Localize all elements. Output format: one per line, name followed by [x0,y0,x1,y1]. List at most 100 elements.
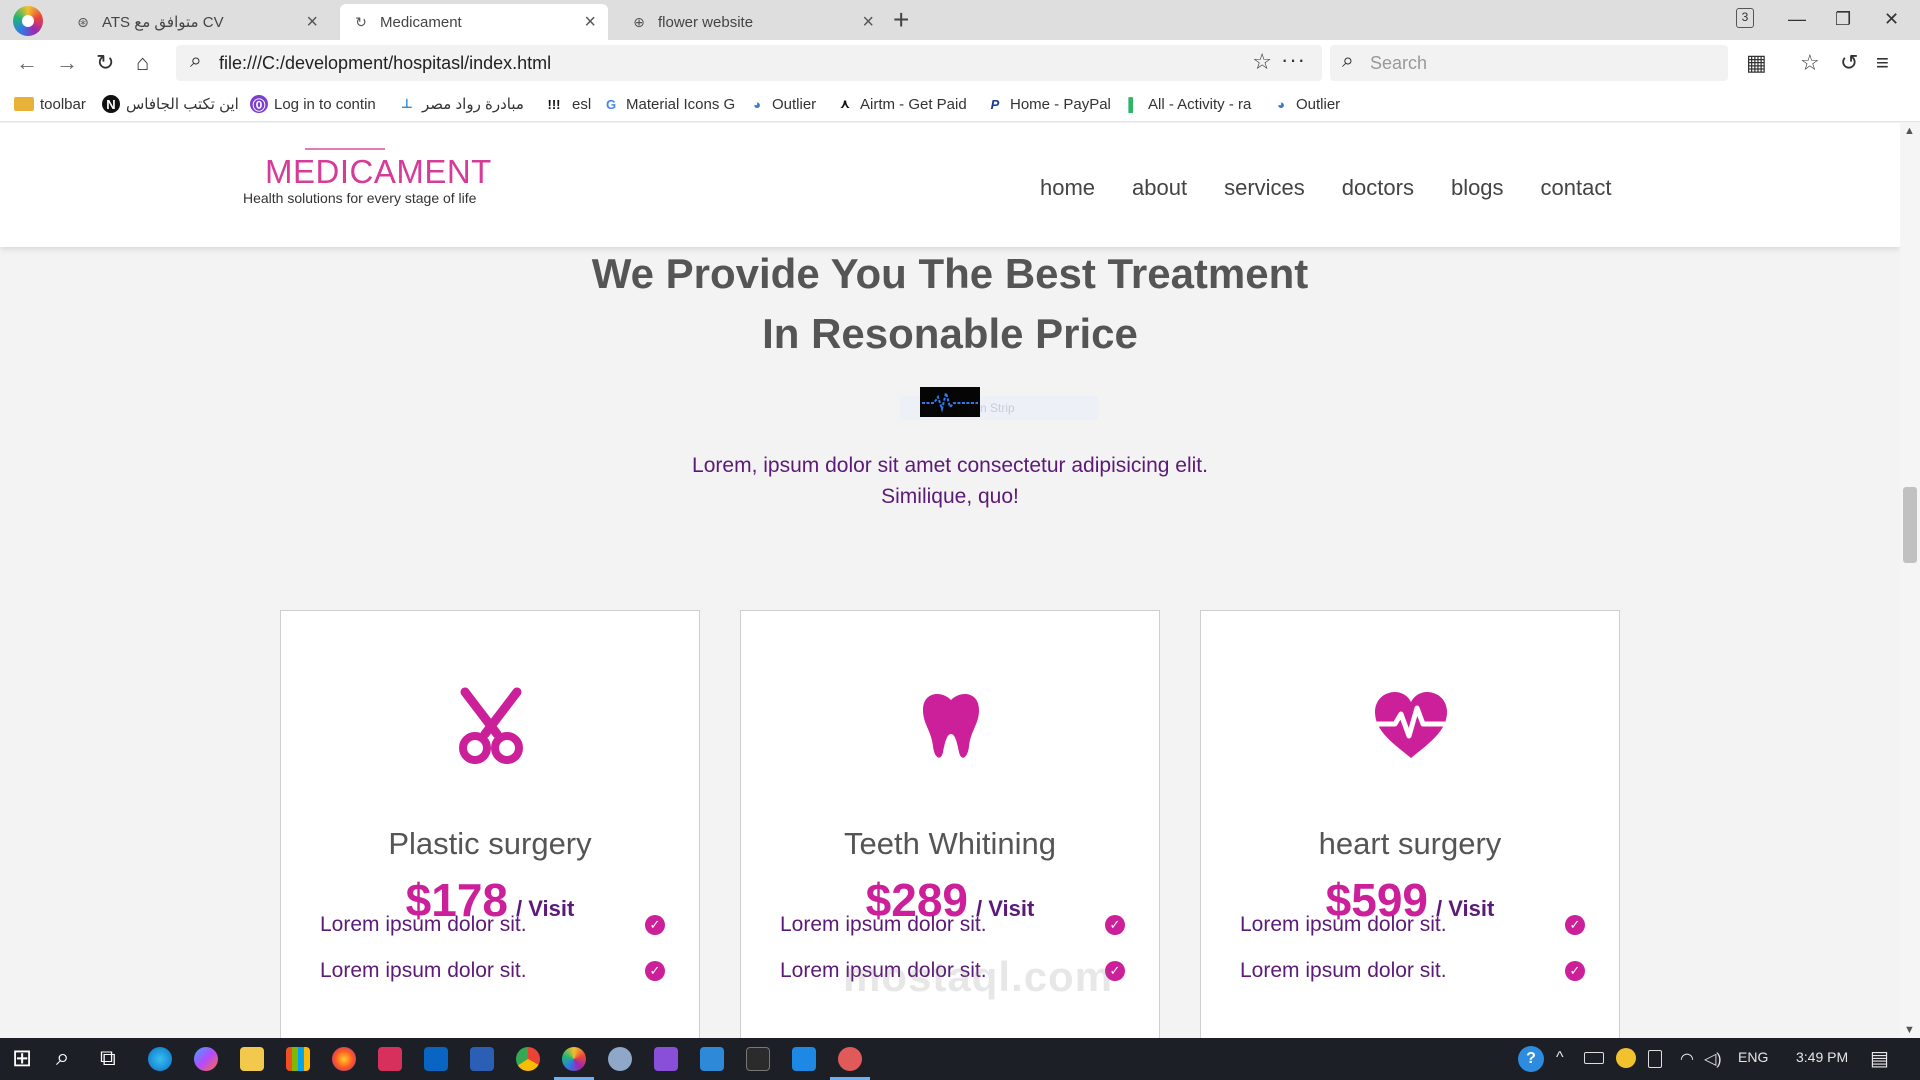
feature-item: Lorem ipsum dolor sit. ✓ [780,913,1125,937]
close-icon[interactable]: × [862,11,874,34]
scroll-thumb[interactable] [1903,487,1917,563]
bookmark-label: Material Icons G [626,95,736,113]
section-subtext: Lorem, ipsum dolor sit amet consectetur … [0,450,1900,512]
feature-item: Lorem ipsum dolor sit. ✓ [1240,959,1585,983]
bookmark-label: Outlier [1296,95,1341,113]
tray-chevron-icon[interactable]: ^ [1556,1049,1564,1067]
back-icon[interactable]: ← [16,49,38,77]
scroll-up-icon[interactable]: ▲ [1904,125,1915,137]
nav-link-contact[interactable]: contact [1541,175,1612,201]
search-icon: ⌕ [190,49,202,72]
bookmark-item[interactable]: N اين تكتب الجافاس [102,92,239,116]
copilot-icon[interactable] [194,1047,218,1071]
clock[interactable]: 3:49 PM [1796,1049,1848,1065]
tab-medicament[interactable]: ↻ Medicament × [340,4,608,40]
tab-ats-cv[interactable]: ⊛ ATS متوافق مع CV × [62,4,330,40]
azure-icon[interactable] [700,1047,724,1071]
taskbar-search-icon[interactable]: ⌕ [56,1044,69,1072]
wifi-icon[interactable]: ◠ [1680,1049,1694,1069]
notifications-icon[interactable]: ▤ [1870,1046,1889,1071]
site-logo[interactable]: MEDICAMENT [265,153,492,191]
check-icon: ✓ [645,915,665,935]
nav-link-about[interactable]: about [1132,175,1187,201]
chrome-icon[interactable] [516,1047,540,1071]
nav-link-home[interactable]: home [1040,175,1095,201]
service-name: Plastic surgery [388,826,592,861]
minimize-button[interactable]: — [1788,4,1806,34]
heartbeat-icon [1375,692,1447,758]
history-icon[interactable]: ↺ [1840,49,1858,77]
bookmark-item[interactable]: P Home - PayPal [986,92,1111,116]
nav-link-blogs[interactable]: blogs [1451,175,1504,201]
vscode-icon[interactable] [792,1047,816,1071]
bookmark-toolbar-folder[interactable]: toolbar [14,92,86,116]
language-indicator[interactable]: ENG [1738,1049,1768,1065]
more-icon[interactable]: ··· [1281,47,1306,73]
visual-studio-icon[interactable] [654,1047,678,1071]
star-icon[interactable]: ☆ [1252,49,1272,75]
browser-taskbar-icon[interactable] [562,1047,586,1071]
battery-icon[interactable] [1584,1052,1604,1064]
tab-count-badge[interactable]: 3 [1736,8,1754,28]
file-explorer-icon[interactable] [240,1047,264,1071]
favorites-icon[interactable]: ☆ [1800,49,1820,77]
new-tab-button[interactable]: + [893,4,909,36]
bookmark-item[interactable]: ⊥ مبادرة رواد مصر [398,92,524,116]
access-icon[interactable] [378,1047,402,1071]
bookmark-item[interactable]: ⋏ Airtm - Get Paid [836,92,967,116]
outlier-icon: ◕ [1277,96,1285,112]
feature-text: Lorem ipsum dolor sit. [780,913,987,936]
address-bar[interactable]: ⌕ file:///C:/development/hospitasl/index… [176,45,1322,81]
scroll-down-icon[interactable]: ▼ [1904,1024,1915,1036]
apps-grid-icon[interactable]: ▦ [1746,49,1767,77]
loading-icon: ↻ [355,13,367,30]
heading-image-caption: n Strip [980,401,1015,415]
windows-start-icon[interactable]: ⊞ [12,1044,32,1073]
microsoft-store-icon[interactable] [286,1047,310,1071]
outlook-icon[interactable] [424,1047,448,1071]
bookmark-item[interactable]: ◕ Outlier [748,92,816,116]
menu-icon[interactable]: ≡ [1876,49,1889,77]
bookmark-item[interactable]: ▌ All - Activity - ra [1124,92,1251,116]
ekg-line-icon [922,389,978,413]
restore-button[interactable]: ❐ [1835,4,1851,34]
browser-logo-icon[interactable] [13,6,43,36]
close-icon[interactable]: × [306,11,318,34]
ekg-strip-image [920,387,980,417]
logo-accent-line [305,148,385,150]
reload-icon[interactable]: ↻ [96,49,114,77]
page-scrollbar[interactable]: ▲ ▼ [1900,123,1920,1038]
outlier-icon: ◕ [753,96,761,112]
windows-taskbar: ⊞ ⌕ ⧉ ? ^ ◠ ◁) ENG 3:49 PM ▤ [0,1038,1920,1080]
volume-icon[interactable]: ◁) [1704,1049,1722,1069]
search-placeholder[interactable]: Search [1370,53,1427,74]
edge-icon[interactable] [148,1047,172,1071]
close-window-button[interactable]: ✕ [1884,4,1899,34]
url-text[interactable]: file:///C:/development/hospitasl/index.h… [219,53,551,74]
device-icon[interactable] [1648,1050,1662,1068]
nav-link-services[interactable]: services [1224,175,1305,201]
search-box[interactable]: ⌕ Search [1330,45,1728,81]
forward-icon[interactable]: → [56,49,78,77]
task-view-icon[interactable]: ⧉ [100,1045,116,1071]
app-icon[interactable] [608,1047,632,1071]
check-icon: ✓ [1105,915,1125,935]
bookmark-item[interactable]: ◕ Outlier [1272,92,1340,116]
bookmark-item[interactable]: !!! esl [542,92,592,116]
bookmark-item[interactable]: G Material Icons G [602,92,735,116]
lock-icon: ⓪ [250,95,268,113]
tray-app-icon[interactable] [1616,1048,1636,1068]
paint-icon[interactable] [838,1047,862,1071]
tab-flower-website[interactable]: ⊕ flower website × [618,4,886,40]
check-icon: ✓ [645,961,665,981]
nav-link-doctors[interactable]: doctors [1342,175,1414,201]
close-icon[interactable]: × [584,11,596,34]
feature-text: Lorem ipsum dolor sit. [1240,913,1447,936]
section-heading-line2: In Resonable Price [762,310,1138,357]
bookmark-item[interactable]: ⓪ Log in to contin [250,92,376,116]
firefox-icon[interactable] [332,1047,356,1071]
word-icon[interactable] [470,1047,494,1071]
help-icon[interactable]: ? [1518,1046,1544,1072]
terminal-icon[interactable] [746,1047,770,1071]
home-icon[interactable]: ⌂ [136,49,149,77]
